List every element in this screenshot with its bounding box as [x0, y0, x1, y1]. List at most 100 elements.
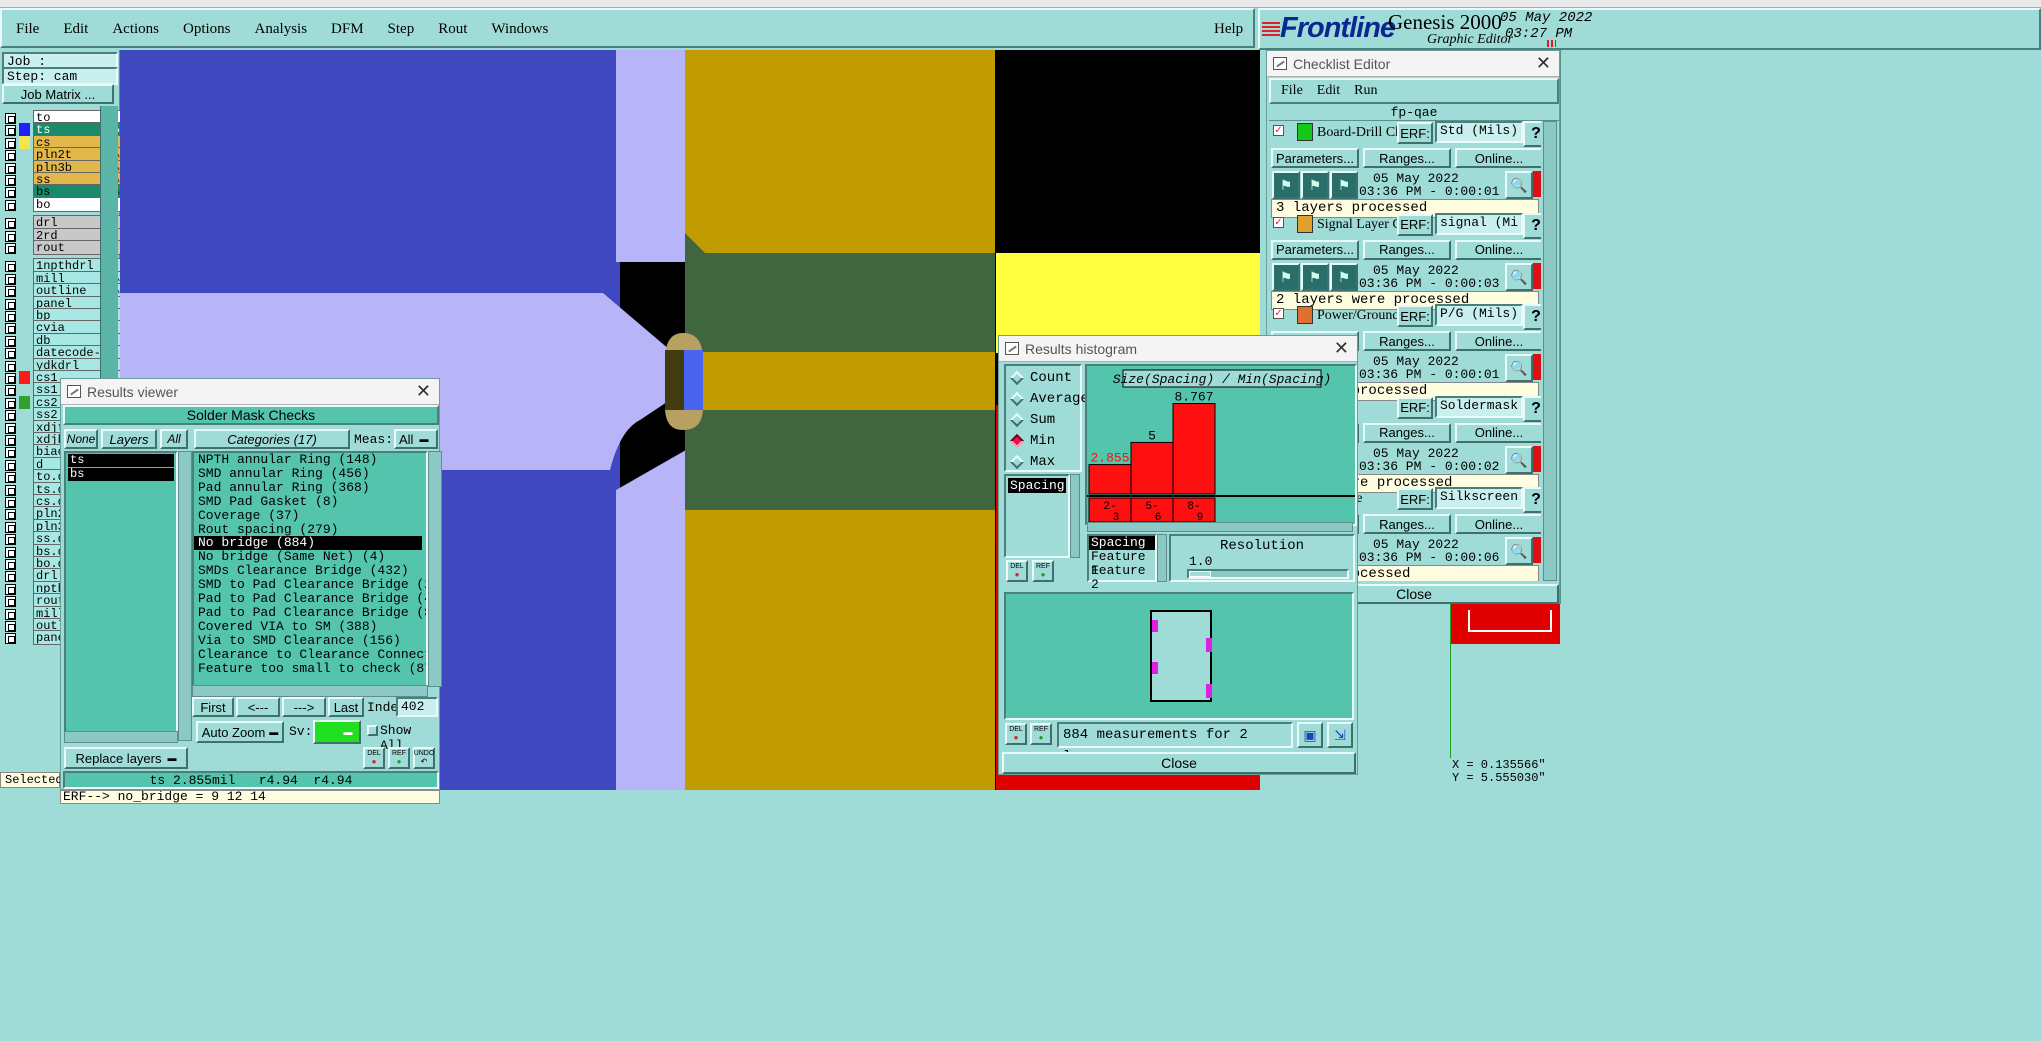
category-item[interactable]: No bridge (Same Net) (4) — [194, 550, 426, 564]
zoom-icon[interactable]: 🔍 — [1505, 445, 1533, 474]
layer-checkbox[interactable] — [5, 243, 16, 254]
measure-item[interactable]: Feature 1 — [1089, 550, 1155, 578]
zoom-icon[interactable]: 🔍 — [1505, 171, 1533, 199]
categories-scrollbar[interactable] — [428, 451, 442, 687]
layers-scrollbar[interactable] — [178, 451, 192, 741]
run-icon[interactable]: ⚑ — [1330, 171, 1358, 199]
category-item[interactable]: SMD annular Ring (456) — [194, 466, 426, 481]
zoom-icon[interactable]: 🔍 — [1505, 537, 1533, 565]
category-item[interactable]: Pad to Pad Clearance Bridge (40) — [194, 592, 426, 606]
category-item[interactable]: SMDs Clearance Bridge (432) — [194, 564, 426, 578]
hist-del-button[interactable]: DEL ● — [1006, 560, 1028, 582]
ranges-button[interactable]: Ranges... — [1363, 331, 1451, 351]
action-enabled-checkbox[interactable]: ✓ — [1273, 308, 1284, 319]
last-button[interactable]: Last — [328, 697, 364, 717]
all-button[interactable]: All — [160, 429, 188, 449]
measure-list-item[interactable]: Spacing — [1008, 478, 1066, 493]
help-icon[interactable]: ? — [1523, 304, 1541, 330]
category-item[interactable]: Clearance to Clearance Connectio — [194, 647, 426, 662]
menu-dfm[interactable]: DFM — [331, 21, 364, 38]
run-icon[interactable]: ⚑ — [1272, 171, 1300, 199]
checklist-menu-edit[interactable]: Edit — [1317, 83, 1340, 99]
erf-field[interactable]: signal (Mi — [1435, 212, 1523, 235]
replace-layers-dropdown[interactable]: Replace layers ▬ — [64, 747, 188, 769]
menu-options[interactable]: Options — [183, 21, 231, 38]
layer-color-swatch[interactable] — [19, 241, 30, 254]
erf-field[interactable]: Silkscreen — [1435, 487, 1523, 509]
run-icon[interactable]: ⚑ — [1301, 262, 1329, 291]
close-icon[interactable]: ✕ — [1334, 338, 1349, 359]
mode-radio-average[interactable]: Average — [1009, 391, 1089, 407]
close-icon[interactable]: ✕ — [1536, 53, 1551, 74]
slider-thumb[interactable] — [1189, 571, 1211, 577]
category-item[interactable]: Pad annular Ring (368) — [194, 480, 426, 495]
menu-analysis[interactable]: Analysis — [255, 21, 308, 38]
action-enabled-checkbox[interactable]: ✓ — [1273, 216, 1284, 228]
none-button[interactable]: None — [64, 429, 98, 449]
parameters-button[interactable]: Parameters... — [1271, 239, 1359, 260]
category-item[interactable]: Rout spacing (279) — [194, 522, 426, 537]
category-item[interactable]: Coverage (37) — [194, 508, 426, 523]
bottom-icons[interactable] — [2, 790, 58, 804]
menu-windows[interactable]: Windows — [491, 21, 548, 38]
ranges-button[interactable]: Ranges... — [1363, 514, 1451, 534]
help-icon[interactable]: ? — [1523, 395, 1541, 422]
category-item[interactable]: Pad to Pad Clearance Bridge (Same — [194, 605, 426, 620]
layer-list-item[interactable]: ts — [68, 454, 174, 467]
layer-list-item[interactable]: bs — [68, 468, 174, 481]
menu-edit[interactable]: Edit — [63, 21, 88, 38]
online-button[interactable]: Online... — [1455, 514, 1541, 534]
zoom-icon[interactable]: 🔍 — [1505, 262, 1533, 291]
run-icon[interactable]: ⚑ — [1330, 262, 1358, 291]
histogram-bar[interactable] — [1088, 464, 1132, 495]
zoom-icon[interactable]: 🔍 — [1505, 354, 1533, 382]
sv-color-dropdown[interactable]: ▬ — [313, 720, 361, 744]
mode-radio-count[interactable]: Count — [1009, 370, 1072, 386]
next-button[interactable]: ---> — [282, 697, 326, 717]
action-name[interactable]: Board-Drill Che — [1317, 125, 1397, 141]
online-button[interactable]: Online... — [1455, 331, 1541, 351]
help-icon[interactable]: ? — [1523, 212, 1541, 239]
menu-step[interactable]: Step — [388, 21, 415, 38]
action-name[interactable]: Signal Layer Ch — [1317, 217, 1397, 233]
layer-checkbox[interactable] — [5, 199, 16, 211]
resolution-slider[interactable] — [1187, 569, 1349, 579]
histogram-close-button[interactable]: Close — [1002, 752, 1356, 774]
close-icon[interactable]: ✕ — [416, 381, 431, 402]
category-item[interactable]: Feature too small to check (873) — [194, 661, 426, 676]
index-input[interactable]: 402 — [396, 697, 438, 717]
action-name[interactable]: Power/Ground C — [1317, 308, 1397, 324]
del-button[interactable]: DEL ● — [363, 747, 385, 769]
erf-field[interactable]: P/G (Mils) — [1435, 304, 1523, 326]
online-button[interactable]: Online... — [1455, 422, 1541, 443]
job-matrix-button[interactable]: Job Matrix ... — [2, 84, 114, 104]
histogram-hscrollbar[interactable] — [1087, 522, 1353, 532]
show-all-checkbox[interactable] — [367, 725, 378, 736]
ranges-button[interactable]: Ranges... — [1363, 422, 1451, 443]
category-item[interactable]: No bridge (884) — [194, 536, 422, 551]
online-button[interactable]: Online... — [1455, 148, 1541, 168]
erf-field[interactable]: Std (Mils) — [1435, 121, 1523, 143]
auto-zoom-dropdown[interactable]: Auto Zoom ▬ — [196, 721, 284, 743]
mode-radio-sum[interactable]: Sum — [1009, 412, 1055, 428]
menu-file[interactable]: File — [16, 21, 39, 38]
first-button[interactable]: First — [192, 697, 234, 717]
preview-del-button[interactable]: DEL ● — [1005, 723, 1027, 745]
checklist-menu-file[interactable]: File — [1281, 83, 1303, 99]
erf-button[interactable]: ERF: — [1397, 213, 1433, 236]
help-icon[interactable]: ? — [1523, 487, 1541, 513]
measure-item[interactable]: Feature 2 — [1089, 564, 1155, 592]
category-item[interactable]: Via to SMD Clearance (156) — [194, 633, 426, 648]
action-enabled-checkbox[interactable]: ✓ — [1273, 125, 1284, 136]
layers-listbox[interactable]: ts bs — [64, 451, 178, 741]
parameters-button[interactable]: Parameters... — [1271, 148, 1359, 168]
zoom-to-icon[interactable]: ▣ — [1297, 722, 1323, 748]
menu-rout[interactable]: Rout — [438, 21, 467, 38]
help-icon[interactable]: ? — [1523, 121, 1541, 147]
ranges-button[interactable]: Ranges... — [1363, 148, 1451, 168]
locate-icon[interactable]: ⇲ — [1327, 722, 1353, 748]
run-icon[interactable]: ⚑ — [1272, 262, 1300, 291]
ranges-button[interactable]: Ranges... — [1363, 239, 1451, 260]
erf-button[interactable]: ERF: — [1397, 122, 1433, 144]
measure-item[interactable]: Spacing — [1089, 536, 1155, 550]
